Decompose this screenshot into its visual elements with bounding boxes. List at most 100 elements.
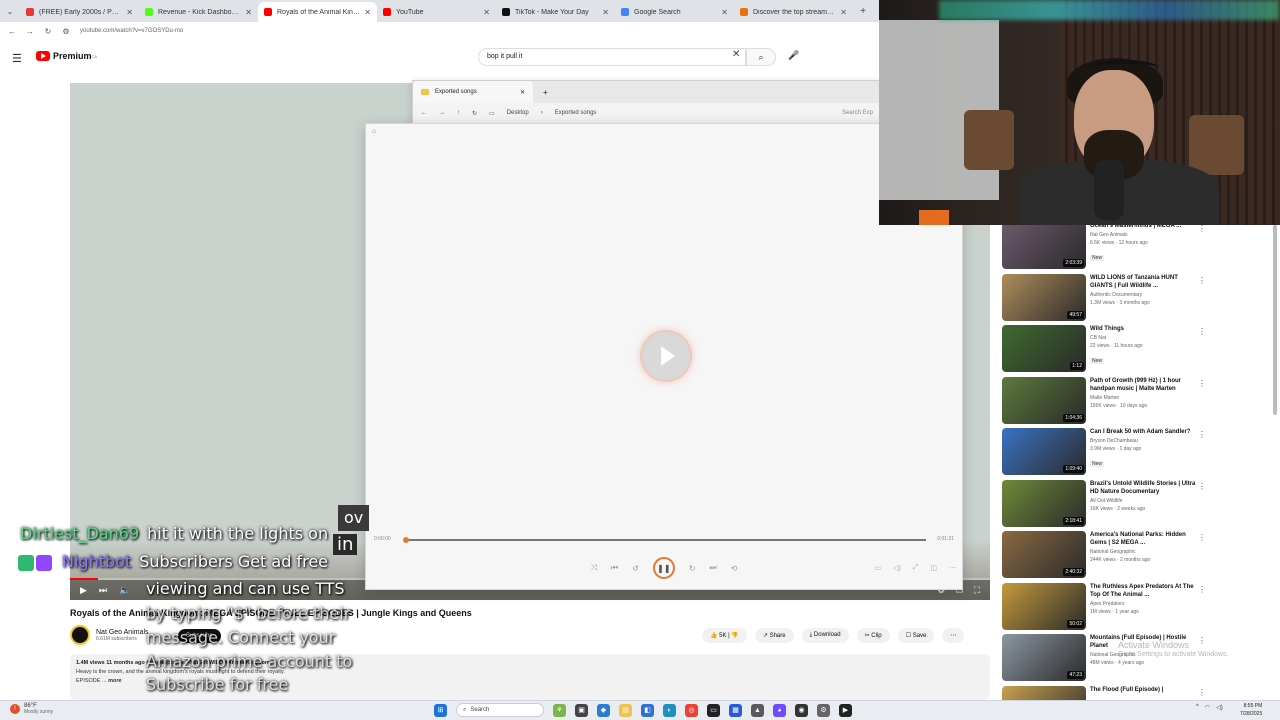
- recommendation-title[interactable]: Brazil's Untold Wildlife Stories | Ultra…: [1090, 480, 1196, 496]
- browser-tab[interactable]: Google Search ✕: [615, 2, 734, 22]
- recommendation-title[interactable]: Path of Growth (999 Hz) | 1 hour handpan…: [1090, 377, 1196, 393]
- settings-icon[interactable]: ⚙: [817, 703, 830, 717]
- recommendation-channel[interactable]: Malte Marten: [1090, 395, 1196, 401]
- taskbar-search[interactable]: ⌕ Search: [456, 703, 544, 717]
- rewind-icon[interactable]: ↺: [632, 564, 639, 573]
- calculator-icon[interactable]: ▦: [729, 703, 742, 717]
- recommendation-channel[interactable]: Apex Predators: [1090, 601, 1196, 607]
- share-button[interactable]: ↗ Share: [754, 628, 794, 643]
- edge-icon[interactable]: ◐: [663, 703, 676, 717]
- more-options-icon[interactable]: ⋮: [1198, 430, 1206, 439]
- more-options-icon[interactable]: ⋮: [1198, 482, 1206, 491]
- breadcrumb-exported-songs[interactable]: Exported songs: [555, 110, 597, 116]
- close-tab-icon[interactable]: ✕: [721, 8, 728, 17]
- browser-tab[interactable]: Royals of the Animal Kingdom✕: [258, 2, 377, 22]
- clear-search-icon[interactable]: ✕: [732, 49, 740, 60]
- explorer-new-tab-icon[interactable]: +: [543, 88, 548, 97]
- next-icon[interactable]: ⏭: [710, 563, 717, 573]
- recommendation-channel[interactable]: Nat Geo Animals: [1090, 232, 1196, 238]
- recommendation-title[interactable]: WILD LIONS of Tanzania HUNT GIANTS | Ful…: [1090, 274, 1196, 290]
- video-thumbnail[interactable]: 2:40:32: [1002, 531, 1086, 578]
- chevron-up-icon[interactable]: ^: [1196, 704, 1199, 711]
- video-thumbnail[interactable]: 1:04:36: [1002, 376, 1086, 424]
- recommendation-channel[interactable]: CB Nat: [1090, 335, 1196, 341]
- browser-tab[interactable]: Revenue - Kick Dashboard ✕: [139, 2, 258, 22]
- close-tab-icon[interactable]: ✕: [602, 8, 609, 17]
- recommendation-item[interactable]: 2:18:41 Brazil's Untold Wildlife Stories …: [1002, 479, 1272, 532]
- forward-skip-icon[interactable]: ↻: [689, 564, 696, 573]
- video-thumbnail[interactable]: 2:03:39: [1002, 222, 1086, 269]
- volume-icon[interactable]: ◁): [893, 564, 901, 572]
- video-thumbnail[interactable]: 1:12: [1002, 325, 1086, 372]
- recommendation-title[interactable]: Can I Break 50 with Adam Sandler?: [1090, 428, 1196, 436]
- cast-icon[interactable]: ▭: [874, 564, 881, 572]
- more-options-icon[interactable]: ⋮: [1198, 379, 1206, 388]
- seek-bar[interactable]: [403, 537, 926, 543]
- recommendation-item[interactable]: 1:09:40 Can I Break 50 with Adam Sandler?…: [1002, 428, 1272, 480]
- more-icon[interactable]: ⋯: [949, 564, 956, 572]
- terminal-icon[interactable]: ▭: [707, 703, 720, 717]
- clip-button[interactable]: ✂ Clip: [856, 628, 890, 643]
- recommendation-item[interactable]: 1:04:36 Path of Growth (999 Hz) | 1 hour …: [1002, 376, 1272, 429]
- video-thumbnail[interactable]: 1:09:40: [1002, 428, 1086, 475]
- download-button[interactable]: ⤓ Download: [801, 628, 849, 643]
- task-view-icon[interactable]: ▣: [575, 703, 588, 717]
- expand-icon[interactable]: ⤢: [913, 564, 919, 572]
- seek-knob[interactable]: [403, 537, 409, 543]
- more-actions-icon[interactable]: ⋯: [942, 628, 965, 643]
- new-tab-button[interactable]: +: [853, 2, 873, 22]
- back-icon[interactable]: ←: [421, 110, 427, 116]
- discord-icon[interactable]: ◕: [773, 703, 786, 717]
- recommendation-item[interactable]: 49:57 WILD LIONS of Tanzania HUNT GIANTS …: [1002, 273, 1272, 326]
- miniplayer-icon[interactable]: ◫: [930, 564, 937, 572]
- reload-icon[interactable]: ↻: [42, 27, 54, 36]
- recommendation-item[interactable]: 50:02 The Ruthless Apex Predators At The …: [1002, 582, 1272, 635]
- recommendation-channel[interactable]: Bryson DeChambeau: [1090, 438, 1196, 444]
- more-options-icon[interactable]: ⋮: [1198, 327, 1206, 336]
- recommendation-title[interactable]: The Ruthless Apex Predators At The Top O…: [1090, 583, 1196, 599]
- search-input[interactable]: bop it pull it: [478, 48, 746, 66]
- page-scrollbar[interactable]: [1273, 225, 1277, 415]
- copilot-icon[interactable]: ◆: [597, 703, 610, 717]
- url-field[interactable]: youtube.com/watch?v=v7GOSYDu-mo: [80, 28, 183, 34]
- repeat-icon[interactable]: ⟲: [731, 564, 738, 573]
- forward-icon[interactable]: →: [24, 27, 36, 36]
- like-button[interactable]: 👍 5K | 👎: [702, 628, 747, 643]
- youtube-logo[interactable]: Premium CA: [36, 51, 97, 61]
- recommendation-title[interactable]: The Flood (Full Episode) |: [1090, 686, 1196, 694]
- site-info-icon[interactable]: ⚙: [60, 27, 72, 36]
- forward-icon[interactable]: →: [439, 110, 445, 116]
- recommendation-title[interactable]: Wild Things: [1090, 325, 1196, 333]
- fullscreen-icon[interactable]: ⛶: [974, 585, 980, 596]
- browser-tab[interactable]: YouTube ✕: [377, 2, 496, 22]
- close-tab-icon[interactable]: ✕: [364, 8, 371, 17]
- recommendation-title[interactable]: America's National Parks: Hidden Gems | …: [1090, 531, 1196, 547]
- recommendation-channel[interactable]: Authentic Documentary: [1090, 292, 1196, 298]
- close-tab-icon[interactable]: ✕: [245, 8, 252, 17]
- browser-tab[interactable]: Discover the top streamed mu ✕: [734, 2, 853, 22]
- more-options-icon[interactable]: ⋮: [1198, 224, 1206, 233]
- store-icon[interactable]: ◧: [641, 703, 654, 717]
- windows-start-icon[interactable]: ⊞: [434, 703, 447, 717]
- pause-button[interactable]: ❚❚: [652, 557, 675, 579]
- widget-app-icon[interactable]: ⚘: [553, 703, 566, 717]
- recommendation-item[interactable]: 1:12 Wild Things CB Nat 22 views · 11 hours…: [1002, 325, 1272, 377]
- refresh-icon[interactable]: ↻: [472, 110, 477, 117]
- file-explorer-icon[interactable]: ▤: [619, 703, 632, 717]
- explorer-tab[interactable]: Exported songs ✕: [413, 81, 533, 103]
- close-tab-icon[interactable]: ✕: [126, 8, 133, 17]
- close-tab-icon[interactable]: ✕: [840, 8, 847, 17]
- recommendation-item[interactable]: 2:40:32 America's National Parks: Hidden …: [1002, 531, 1272, 583]
- up-icon[interactable]: ↑: [457, 110, 460, 116]
- tab-search-icon[interactable]: ⌄: [0, 0, 20, 22]
- microphone-icon[interactable]: 🎤: [788, 50, 799, 61]
- video-thumbnail[interactable]: 49:57: [1002, 273, 1086, 321]
- close-tab-icon[interactable]: ✕: [483, 8, 490, 17]
- big-play-icon[interactable]: [642, 332, 690, 380]
- recommendation-channel[interactable]: National Geographic: [1090, 549, 1196, 555]
- recommendation-channel[interactable]: All Out Wildlife: [1090, 498, 1196, 504]
- obs-icon[interactable]: ◉: [795, 703, 808, 717]
- wifi-icon[interactable]: ◠: [1205, 704, 1210, 711]
- recommendation-item[interactable]: 2:03:39 Ocean's Masterminds | MEGA ... Nat…: [1002, 222, 1272, 274]
- more-options-icon[interactable]: ⋮: [1198, 276, 1206, 285]
